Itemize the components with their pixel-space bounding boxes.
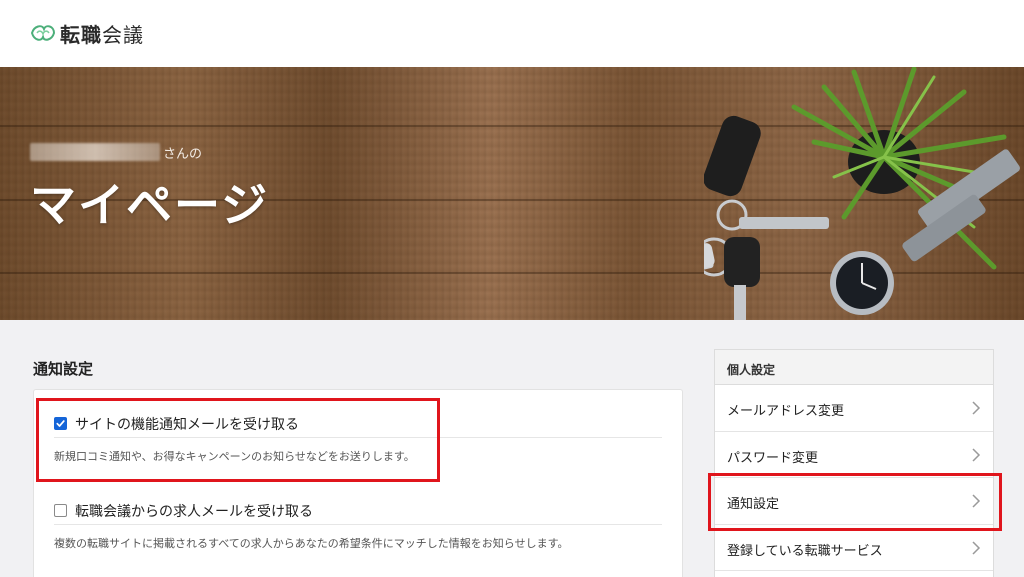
highlight-box-sidebar: [708, 473, 1002, 531]
chevron-right-icon: [972, 401, 981, 415]
site-header: 転職会議: [0, 0, 1024, 67]
handshake-leaf-icon: [30, 25, 56, 41]
keys-and-plant-image: [704, 67, 1020, 320]
checkbox-unchecked[interactable]: [54, 504, 67, 517]
option-description: 複数の転職サイトに掲載されるすべての求人からあなたの希望条件にマッチした情報をお…: [54, 537, 569, 550]
sidebar-heading: 個人設定: [715, 350, 993, 385]
sidebar-item-label: 登録している転職サービス: [727, 543, 883, 559]
site-logo[interactable]: 転職会議: [30, 20, 144, 47]
sidebar-item-label: メールアドレス変更: [727, 404, 845, 419]
sidebar-item-email-change[interactable]: メールアドレス変更: [715, 385, 993, 432]
notification-settings-heading: 通知設定: [33, 360, 94, 378]
highlight-box-option: [36, 398, 440, 482]
option-label: 転職会議からの求人メールを受け取る: [75, 503, 313, 520]
logo-text: 転職会議: [60, 22, 144, 47]
notification-option-job-mail: 転職会議からの求人メールを受け取る 複数の転職サイトに掲載されるすべての求人から…: [54, 497, 662, 551]
chevron-right-icon: [972, 447, 981, 462]
name-suffix: さんの: [163, 147, 203, 162]
user-name-redacted: [30, 143, 160, 161]
job-mail-toggle[interactable]: 転職会議からの求人メールを受け取る: [54, 497, 662, 525]
sidebar-item-password-change[interactable]: パスワード変更: [715, 432, 993, 478]
sidebar-item-label: パスワード変更: [727, 450, 819, 466]
sidebar-item-registered-services[interactable]: 登録している転職サービス: [715, 525, 993, 571]
hero-banner: さんの マイページ: [0, 67, 1024, 320]
chevron-right-icon: [972, 540, 981, 555]
personal-settings-sidebar: 個人設定 メールアドレス変更 パスワード変更 通知設定 登録している転職サービス: [714, 349, 994, 577]
page-title: マイページ: [30, 178, 270, 232]
